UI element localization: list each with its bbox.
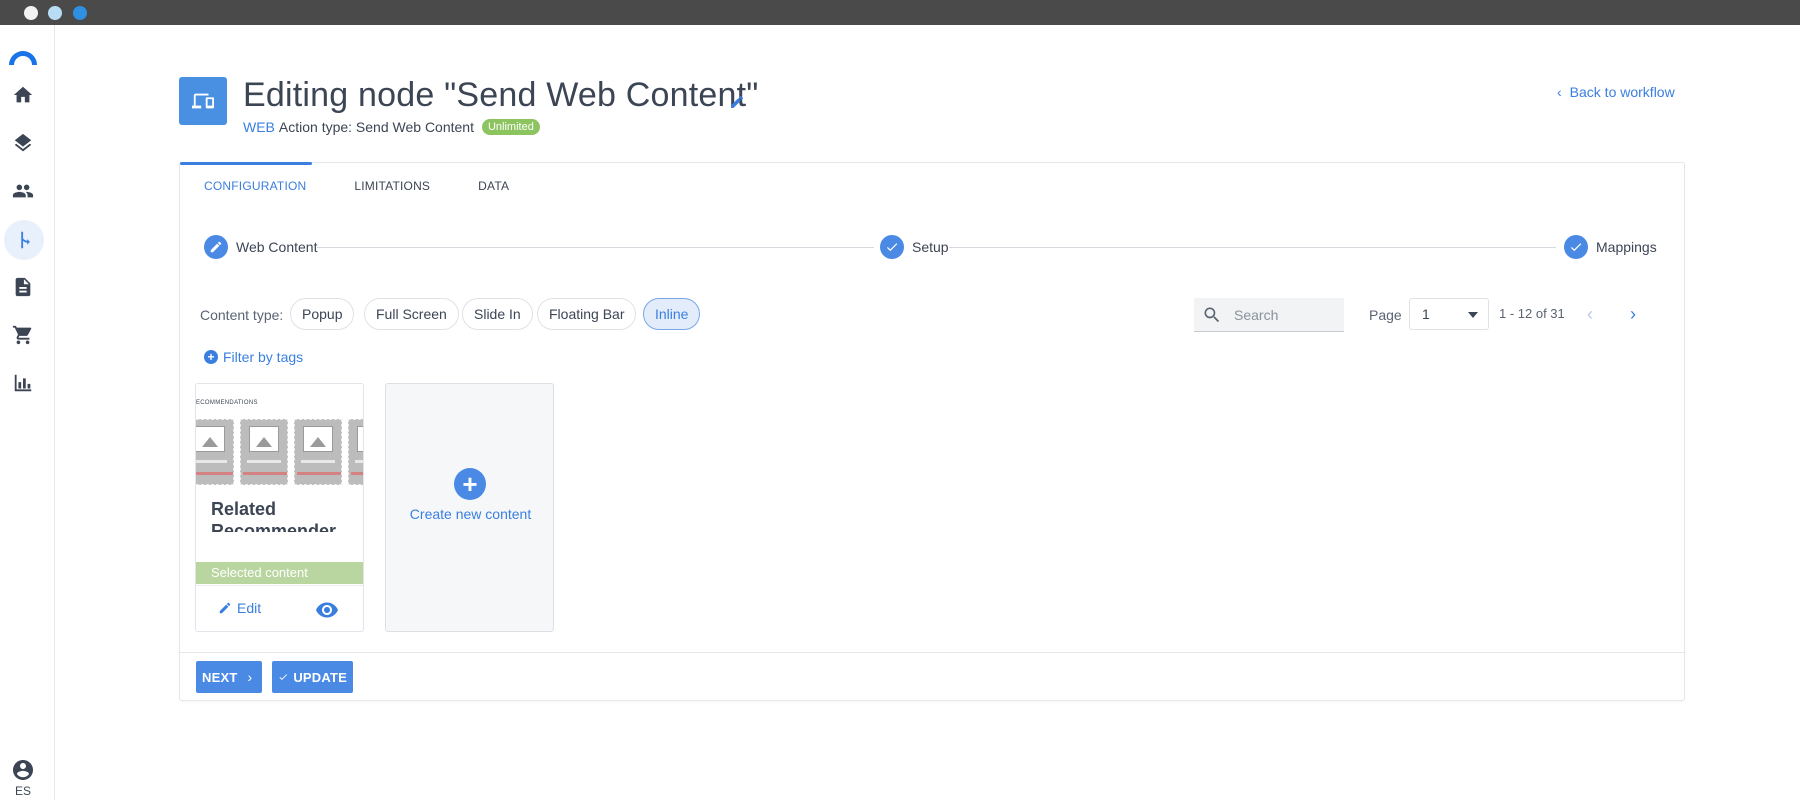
- step-label: Web Content: [236, 239, 318, 255]
- window-close-button[interactable]: [24, 6, 38, 20]
- people-icon[interactable]: [9, 177, 37, 205]
- update-button[interactable]: UPDATE: [272, 661, 353, 693]
- search-input[interactable]: [1234, 306, 1334, 323]
- image-placeholder-icon: [303, 426, 333, 452]
- chip-floating-bar[interactable]: Floating Bar: [537, 298, 637, 330]
- layers-icon[interactable]: [9, 129, 37, 157]
- tab-data[interactable]: DATA: [478, 179, 509, 193]
- search-field[interactable]: [1194, 298, 1344, 332]
- image-placeholder-icon: [357, 426, 363, 452]
- preview-product-card: [348, 419, 363, 485]
- check-icon: [880, 235, 904, 259]
- step-web-content[interactable]: Web Content: [204, 235, 318, 259]
- node-subtitle: WEB Action type: Send Web Content Unlimi…: [243, 119, 540, 135]
- step-label: Setup: [912, 239, 949, 255]
- pencil-icon: [219, 602, 231, 614]
- content-preview-thumbnail: ECOMMENDATIONS: [196, 384, 363, 488]
- selected-content-badge: Selected content: [196, 562, 363, 584]
- content-type-label: Content type:: [200, 307, 284, 323]
- step-label: Mappings: [1596, 239, 1657, 255]
- chevron-right-icon: ›: [247, 669, 253, 685]
- step-mappings[interactable]: Mappings: [1564, 235, 1657, 259]
- unlimited-badge: Unlimited: [481, 119, 540, 135]
- chevron-left-icon: ‹: [1557, 84, 1562, 100]
- filter-by-tags-label: Filter by tags: [223, 349, 304, 365]
- home-icon[interactable]: [9, 81, 37, 109]
- channel-link[interactable]: WEB: [243, 119, 275, 135]
- chip-slide-in[interactable]: Slide In: [462, 298, 533, 330]
- page-select-value: 1: [1422, 306, 1430, 322]
- update-label: UPDATE: [293, 669, 347, 685]
- back-to-workflow-link[interactable]: ‹ Back to workflow: [1557, 84, 1675, 100]
- stepper-connector: [308, 247, 874, 248]
- plus-circle-icon: +: [204, 350, 218, 364]
- preview-product-card: [240, 419, 288, 485]
- previous-page-chevron-icon[interactable]: ‹: [1578, 300, 1602, 328]
- step-setup[interactable]: Setup: [880, 235, 949, 259]
- page-select[interactable]: 1: [1409, 298, 1489, 330]
- preview-product-row: [196, 419, 363, 485]
- create-new-content-label: Create new content: [409, 506, 532, 522]
- node-config-card: CONFIGURATION LIMITATIONS DATA Web Conte…: [179, 162, 1685, 701]
- cart-icon[interactable]: [9, 321, 37, 349]
- tab-configuration[interactable]: CONFIGURATION: [204, 179, 306, 193]
- web-node-icon: [179, 77, 227, 125]
- content-tile-title: Related Recommender: [211, 499, 337, 532]
- dropdown-caret-icon: [1468, 312, 1478, 318]
- back-link-label: Back to workflow: [1569, 84, 1675, 100]
- chip-inline[interactable]: Inline: [643, 298, 701, 330]
- preview-header-text: ECOMMENDATIONS: [196, 400, 258, 406]
- bar-chart-icon[interactable]: [9, 369, 37, 397]
- image-placeholder-icon: [196, 426, 225, 452]
- brand-logo[interactable]: [7, 47, 39, 65]
- user-account[interactable]: ES: [8, 758, 38, 798]
- search-icon: [1204, 307, 1220, 322]
- next-label: NEXT: [202, 669, 238, 685]
- stepper-connector: [944, 247, 1556, 248]
- pagination-range: 1 - 12 of 31: [1499, 306, 1565, 321]
- edit-content-button[interactable]: Edit: [218, 600, 261, 616]
- page-label: Page: [1369, 307, 1402, 323]
- create-new-content-tile[interactable]: + Create new content: [385, 383, 554, 632]
- window-maximize-button[interactable]: [73, 6, 87, 20]
- check-icon: [1564, 235, 1588, 259]
- document-icon[interactable]: [9, 273, 37, 301]
- content-tile[interactable]: ECOMMENDATIONS Related Recommender Selec…: [195, 383, 364, 632]
- preview-product-card: [294, 419, 342, 485]
- action-type-text: Action type: Send Web Content: [278, 119, 474, 135]
- chip-full-screen[interactable]: Full Screen: [364, 298, 459, 330]
- preview-product-card: [196, 419, 234, 485]
- window-titlebar: [0, 0, 1800, 25]
- card-footer: NEXT › UPDATE: [180, 652, 1684, 700]
- account-circle-icon: [13, 760, 33, 780]
- next-page-chevron-icon[interactable]: ›: [1621, 300, 1645, 328]
- content-tile-actions: Edit: [196, 585, 363, 631]
- chip-popup[interactable]: Popup: [290, 298, 355, 330]
- plus-circle-icon: +: [454, 468, 486, 500]
- user-initials: ES: [14, 784, 31, 798]
- page-title: Editing node "Send Web Content": [243, 76, 759, 114]
- edit-label: Edit: [237, 600, 262, 616]
- image-placeholder-icon: [249, 426, 279, 452]
- edit-title-pencil-icon[interactable]: [729, 94, 745, 110]
- filter-by-tags-link[interactable]: + Filter by tags: [204, 349, 303, 365]
- active-tab-indicator: [180, 162, 312, 165]
- window-minimize-button[interactable]: [48, 6, 62, 20]
- pencil-icon: [204, 235, 228, 259]
- workflow-icon[interactable]: [4, 220, 44, 260]
- tab-limitations[interactable]: LIMITATIONS: [354, 179, 430, 193]
- next-button[interactable]: NEXT ›: [196, 661, 262, 693]
- sidebar: ES: [0, 25, 55, 800]
- check-icon: [279, 674, 288, 681]
- tab-bar: CONFIGURATION LIMITATIONS DATA: [204, 179, 557, 193]
- preview-eye-icon[interactable]: [315, 598, 339, 622]
